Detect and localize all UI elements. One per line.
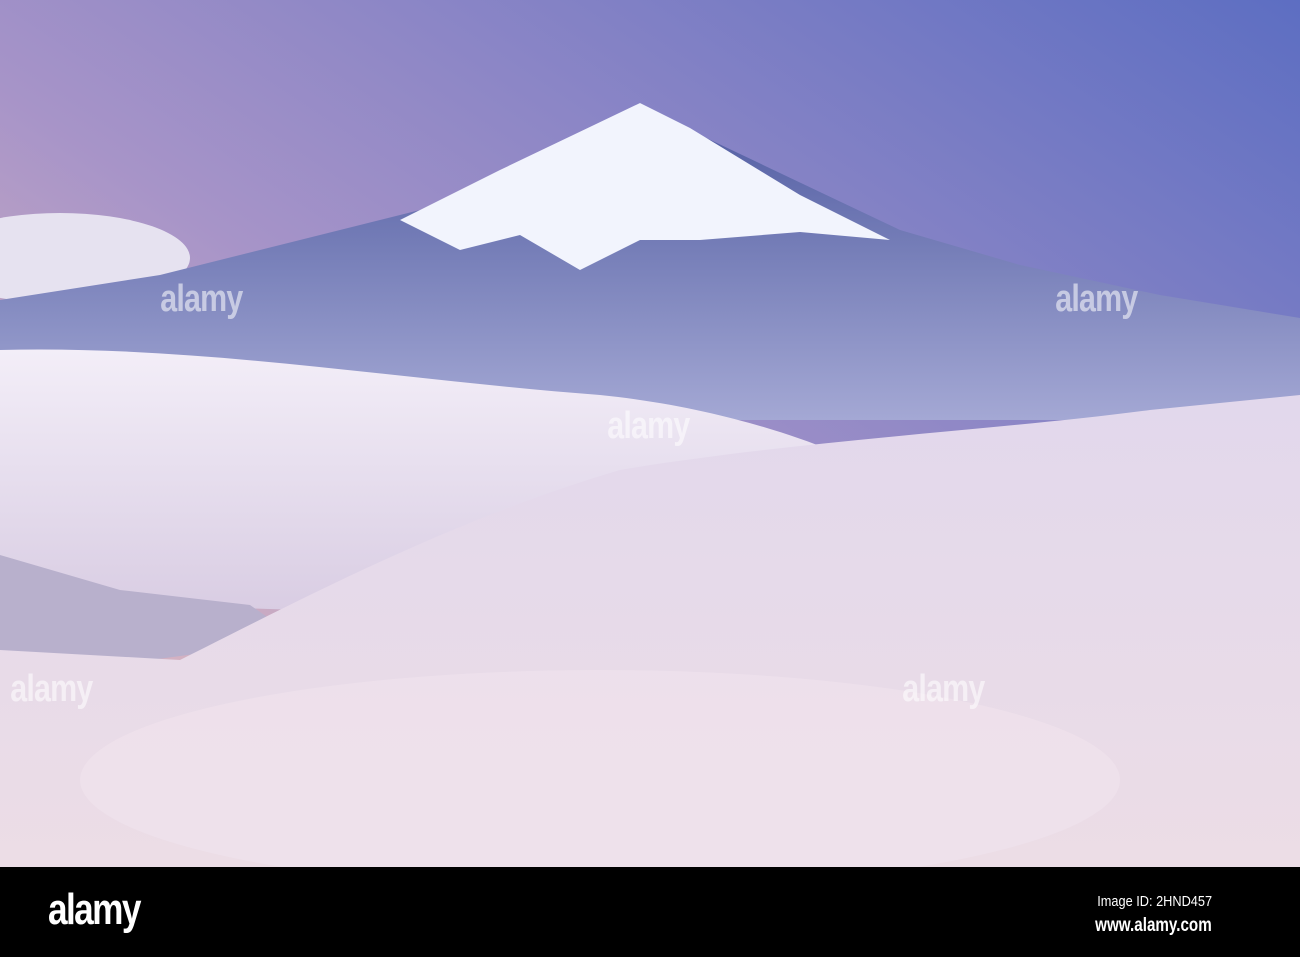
watermark: alamy [10,668,93,710]
image-id: Image ID: 2HND457 [1097,893,1212,910]
watermark: alamy [902,668,985,710]
site-url: www.alamy.com [1095,915,1212,936]
footer-bar: alamy Image ID: 2HND457 www.alamy.com [0,867,1300,957]
watermark: alamy [160,278,243,320]
watermark: alamy [1055,278,1138,320]
alamy-logo: alamy [48,885,141,934]
watermark: alamy [607,405,690,447]
